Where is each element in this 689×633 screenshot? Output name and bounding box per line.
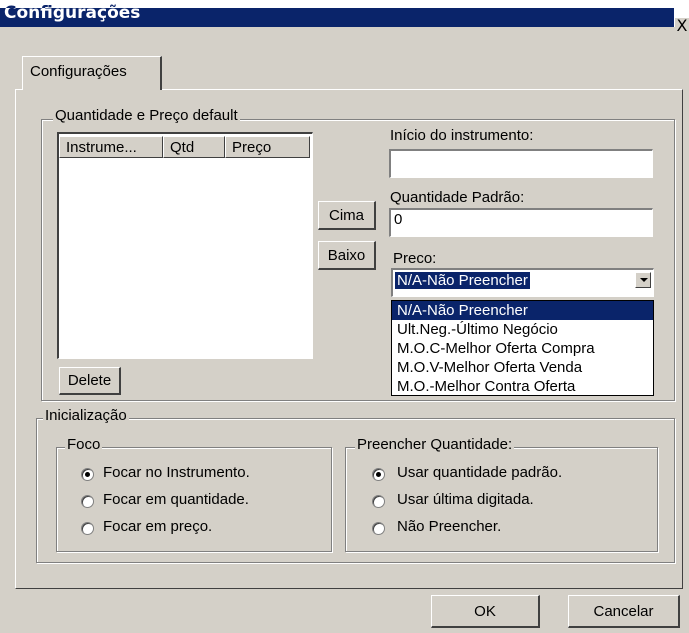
instrument-list[interactable]: Instrume... Qtd Preço [57,132,313,359]
default-group-legend: Quantidade e Preço default [53,107,240,124]
move-up-button[interactable]: Cima [318,201,376,230]
price-option[interactable]: Ult.Neg.-Último Negócio [392,320,653,339]
instrument-start-input[interactable] [389,149,653,178]
price-label: Preco: [393,250,437,267]
fill-quantity-group-legend: Preencher Quantidade: [355,436,515,453]
init-group-legend: Inicialização [43,407,129,424]
price-option[interactable]: M.O.-Melhor Contra Oferta [392,377,653,396]
instrument-start-label: Início do instrumento: [390,127,534,144]
column-header-instrument[interactable]: Instrume... [59,136,163,158]
move-down-button[interactable]: Baixo [318,241,376,270]
fill-radio-default[interactable] [372,468,385,481]
title-bar: Configurações Configurações X [0,0,689,34]
price-option[interactable]: M.O.V-Melhor Oferta Venda [392,358,653,377]
default-quantity-label: Quantidade Padrão: [390,189,525,206]
chevron-down-icon[interactable] [635,272,651,288]
fill-radio-none[interactable] [372,522,385,535]
cancel-button[interactable]: Cancelar [568,595,680,628]
close-icon[interactable]: X [675,18,689,34]
fill-option-label[interactable]: Não Preencher. [397,518,501,535]
default-quantity-input[interactable]: 0 [389,208,653,237]
delete-button[interactable]: Delete [59,367,121,395]
price-option[interactable]: M.O.C-Melhor Oferta Compra [392,339,653,358]
price-select[interactable]: N/A-Não Preencher [391,268,654,297]
focus-radio-quantity[interactable] [81,495,94,508]
fill-option-label[interactable]: Usar quantidade padrão. [397,464,562,481]
fill-radio-last[interactable] [372,495,385,508]
price-selected-value: N/A-Não Preencher [395,272,530,289]
config-dialog: Configurações Configurações X Configuraç… [0,0,689,633]
price-option[interactable]: N/A-Não Preencher [392,301,653,320]
fill-option-label[interactable]: Usar última digitada. [397,491,534,508]
ok-button[interactable]: OK [431,595,540,628]
price-dropdown-list[interactable]: N/A-Não Preencher Ult.Neg.-Último Negóci… [391,300,654,396]
focus-group-legend: Foco [65,436,103,453]
tab-configuracoes[interactable]: Configurações [22,56,162,90]
focus-option-label[interactable]: Focar no Instrumento. [103,464,250,481]
focus-option-label[interactable]: Focar em preço. [103,518,212,535]
column-header-qtd[interactable]: Qtd [163,136,225,158]
focus-radio-instrument[interactable] [81,468,94,481]
column-header-preco[interactable]: Preço [225,136,310,158]
focus-radio-price[interactable] [81,522,94,535]
focus-option-label[interactable]: Focar em quantidade. [103,491,249,508]
